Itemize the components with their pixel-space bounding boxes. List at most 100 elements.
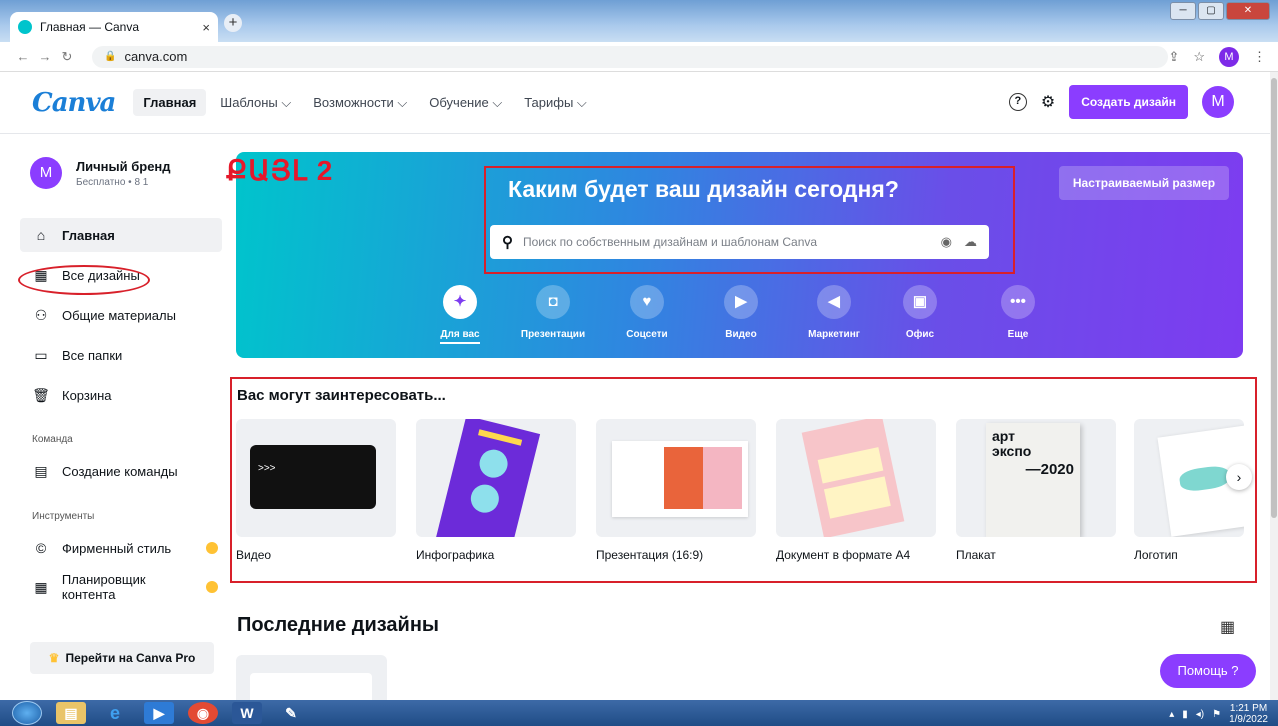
browser-tab[interactable]: Главная — Canva × bbox=[10, 12, 218, 42]
close-window-button[interactable]: ✕ bbox=[1226, 2, 1270, 20]
search-icon: ⚲ bbox=[502, 234, 513, 251]
briefcase-icon: ▣ bbox=[903, 285, 937, 319]
video-icon: ▶ bbox=[724, 285, 758, 319]
brand-plan: Бесплатно • 8 1 bbox=[76, 176, 149, 188]
carousel-next-chevron-icon[interactable]: › bbox=[1226, 464, 1252, 490]
paint-icon[interactable]: ✎ bbox=[276, 702, 306, 724]
team-icon: ▤ bbox=[34, 462, 48, 479]
volume-icon[interactable]: ◂) bbox=[1196, 709, 1204, 720]
media-icon[interactable]: ▶ bbox=[144, 702, 174, 724]
tray-arrow-icon[interactable]: ▴ bbox=[1169, 709, 1174, 720]
category-for-you[interactable]: ✦ Для вас bbox=[420, 285, 500, 344]
nav-home[interactable]: Главная bbox=[133, 89, 207, 116]
explorer-icon[interactable]: ▤ bbox=[56, 702, 86, 724]
category-office[interactable]: ▣ Офис bbox=[880, 285, 960, 340]
custom-size-button[interactable]: Настраиваемый размер bbox=[1059, 166, 1229, 200]
sidebar-item-label: Общие материалы bbox=[62, 307, 176, 323]
lock-icon: 🔒 bbox=[104, 51, 117, 62]
sidebar-item-shared[interactable]: ⚇ Общие материалы bbox=[20, 298, 222, 332]
design-search-input[interactable]: ⚲ Поиск по собственным дизайнам и шаблон… bbox=[490, 225, 989, 259]
back-icon[interactable]: ← bbox=[12, 49, 34, 64]
sidebar-item-home[interactable]: ⌂ Главная bbox=[20, 218, 222, 252]
scrollbar-thumb[interactable] bbox=[1271, 78, 1277, 518]
url-field[interactable]: 🔒 canva.com bbox=[92, 45, 1169, 68]
sidebar-item-brand-kit[interactable]: © Фирменный стиль bbox=[20, 531, 222, 565]
grid-view-icon[interactable]: ▦ bbox=[1220, 617, 1235, 637]
minimize-button[interactable]: ─ bbox=[1170, 2, 1196, 20]
upload-cloud-icon[interactable]: ☁ bbox=[964, 234, 977, 250]
card-label: Документ в формате А4 bbox=[776, 548, 911, 562]
word-icon[interactable]: W bbox=[232, 702, 262, 724]
tab-title: Главная — Canva bbox=[40, 20, 140, 34]
sidebar-item-label: Фирменный стиль bbox=[62, 540, 172, 556]
sidebar-item-create-team[interactable]: ▤ Создание команды bbox=[20, 454, 222, 488]
bookmark-star-icon[interactable]: ☆ bbox=[1193, 49, 1205, 65]
sidebar-item-label: Планировщик контента bbox=[61, 572, 146, 602]
new-tab-button[interactable]: + bbox=[224, 14, 242, 32]
people-icon: ⚇ bbox=[34, 306, 48, 323]
suggestions-title: Вас могут заинтересовать... bbox=[237, 387, 446, 404]
presentation-icon: ◘ bbox=[536, 285, 570, 319]
create-design-button[interactable]: Создать дизайн bbox=[1069, 85, 1188, 119]
suggestion-card-poster[interactable]: арт экспо —2020 bbox=[956, 419, 1116, 537]
tools-heading: Инструменты bbox=[32, 511, 95, 522]
sidebar-item-folders[interactable]: ▭ Все папки bbox=[20, 338, 222, 372]
suggestion-card-video[interactable]: >>> bbox=[236, 419, 396, 537]
tab-close-icon[interactable]: × bbox=[202, 20, 210, 35]
category-video[interactable]: ▶ Видео bbox=[701, 285, 781, 340]
menu-dots-icon[interactable]: ⋮ bbox=[1253, 49, 1266, 65]
address-bar: ← → ↻ 🔒 canva.com ⇪ ☆ M ⋮ bbox=[0, 42, 1278, 72]
help-button[interactable]: Помощь ? bbox=[1160, 654, 1256, 688]
category-presentations[interactable]: ◘ Презентации bbox=[513, 285, 593, 340]
account-avatar[interactable]: M bbox=[1202, 86, 1234, 118]
nav-learn[interactable]: Обучение ⌵ bbox=[429, 95, 502, 111]
settings-gear-icon[interactable]: ⚙ bbox=[1041, 92, 1055, 112]
calendar-icon: ▦ bbox=[34, 578, 48, 595]
flag-icon[interactable]: ⚑ bbox=[1212, 709, 1221, 720]
reload-icon[interactable]: ↻ bbox=[56, 49, 78, 65]
start-button[interactable] bbox=[12, 701, 42, 725]
canva-header: Canva Главная Шаблоны ⌵ Возможности ⌵ Об… bbox=[0, 72, 1270, 134]
card-label: Инфографика bbox=[416, 548, 495, 562]
forward-icon[interactable]: → bbox=[34, 49, 56, 64]
team-switcher[interactable]: M Личный бренд Бесплатно • 8 1 bbox=[30, 157, 171, 189]
recent-design-card[interactable] bbox=[236, 655, 387, 700]
brand-name: Личный бренд bbox=[76, 158, 171, 174]
network-icon[interactable]: ▮ bbox=[1182, 709, 1188, 720]
suggestion-card-a4[interactable] bbox=[776, 419, 936, 537]
help-icon[interactable]: ? bbox=[1008, 93, 1027, 111]
sparkle-icon: ✦ bbox=[443, 285, 477, 319]
canva-logo[interactable]: Canva bbox=[32, 88, 116, 118]
nav-features[interactable]: Возможности ⌵ bbox=[313, 95, 407, 111]
maximize-button[interactable]: ▢ bbox=[1198, 2, 1224, 20]
search-placeholder: Поиск по собственным дизайнам и шаблонам… bbox=[523, 235, 818, 249]
suggestion-card-infographic[interactable] bbox=[416, 419, 576, 537]
poster-thumbnail: арт экспо —2020 bbox=[986, 423, 1080, 537]
windows-taskbar: ▤ e ▶ ◉ W ✎ ▴ ▮ ◂) ⚑ 1:21 PM 1/9/2022 bbox=[0, 700, 1278, 726]
category-marketing[interactable]: ◀ Маркетинг bbox=[794, 285, 874, 340]
system-tray: ▴ ▮ ◂) ⚑ 1:21 PM 1/9/2022 bbox=[1169, 703, 1268, 725]
sidebar-item-trash[interactable]: 🗑 Корзина bbox=[20, 378, 222, 412]
camera-icon[interactable]: ◉ bbox=[941, 234, 952, 250]
suggestion-card-presentation[interactable] bbox=[596, 419, 756, 537]
chrome-icon[interactable]: ◉ bbox=[188, 702, 218, 724]
annotation-oval bbox=[18, 265, 150, 295]
category-social[interactable]: ♥ Соцсети bbox=[607, 285, 687, 340]
folder-icon: ▭ bbox=[34, 346, 48, 363]
sidebar-item-label: Все папки bbox=[62, 347, 123, 363]
sidebar-item-label: Создание команды bbox=[62, 463, 178, 479]
canva-pro-button[interactable]: ♛ Перейти на Canva Pro bbox=[30, 642, 214, 674]
share-icon[interactable]: ⇪ bbox=[1168, 49, 1179, 65]
home-icon: ⌂ bbox=[36, 227, 46, 243]
trash-icon: 🗑 bbox=[32, 386, 50, 403]
category-more[interactable]: ••• Еще bbox=[978, 285, 1058, 340]
nav-pricing[interactable]: Тарифы ⌵ bbox=[524, 95, 587, 111]
heart-icon: ♥ bbox=[630, 285, 664, 319]
profile-avatar[interactable]: M bbox=[1219, 46, 1239, 67]
nav-templates[interactable]: Шаблоны ⌵ bbox=[220, 95, 291, 111]
taskbar-clock[interactable]: 1:21 PM 1/9/2022 bbox=[1229, 703, 1268, 725]
a4-thumbnail bbox=[801, 419, 905, 537]
ie-icon[interactable]: e bbox=[100, 702, 130, 724]
sidebar-item-content-planner[interactable]: ▦ Планировщик контента bbox=[20, 570, 222, 604]
canva-favicon-icon bbox=[18, 20, 32, 34]
